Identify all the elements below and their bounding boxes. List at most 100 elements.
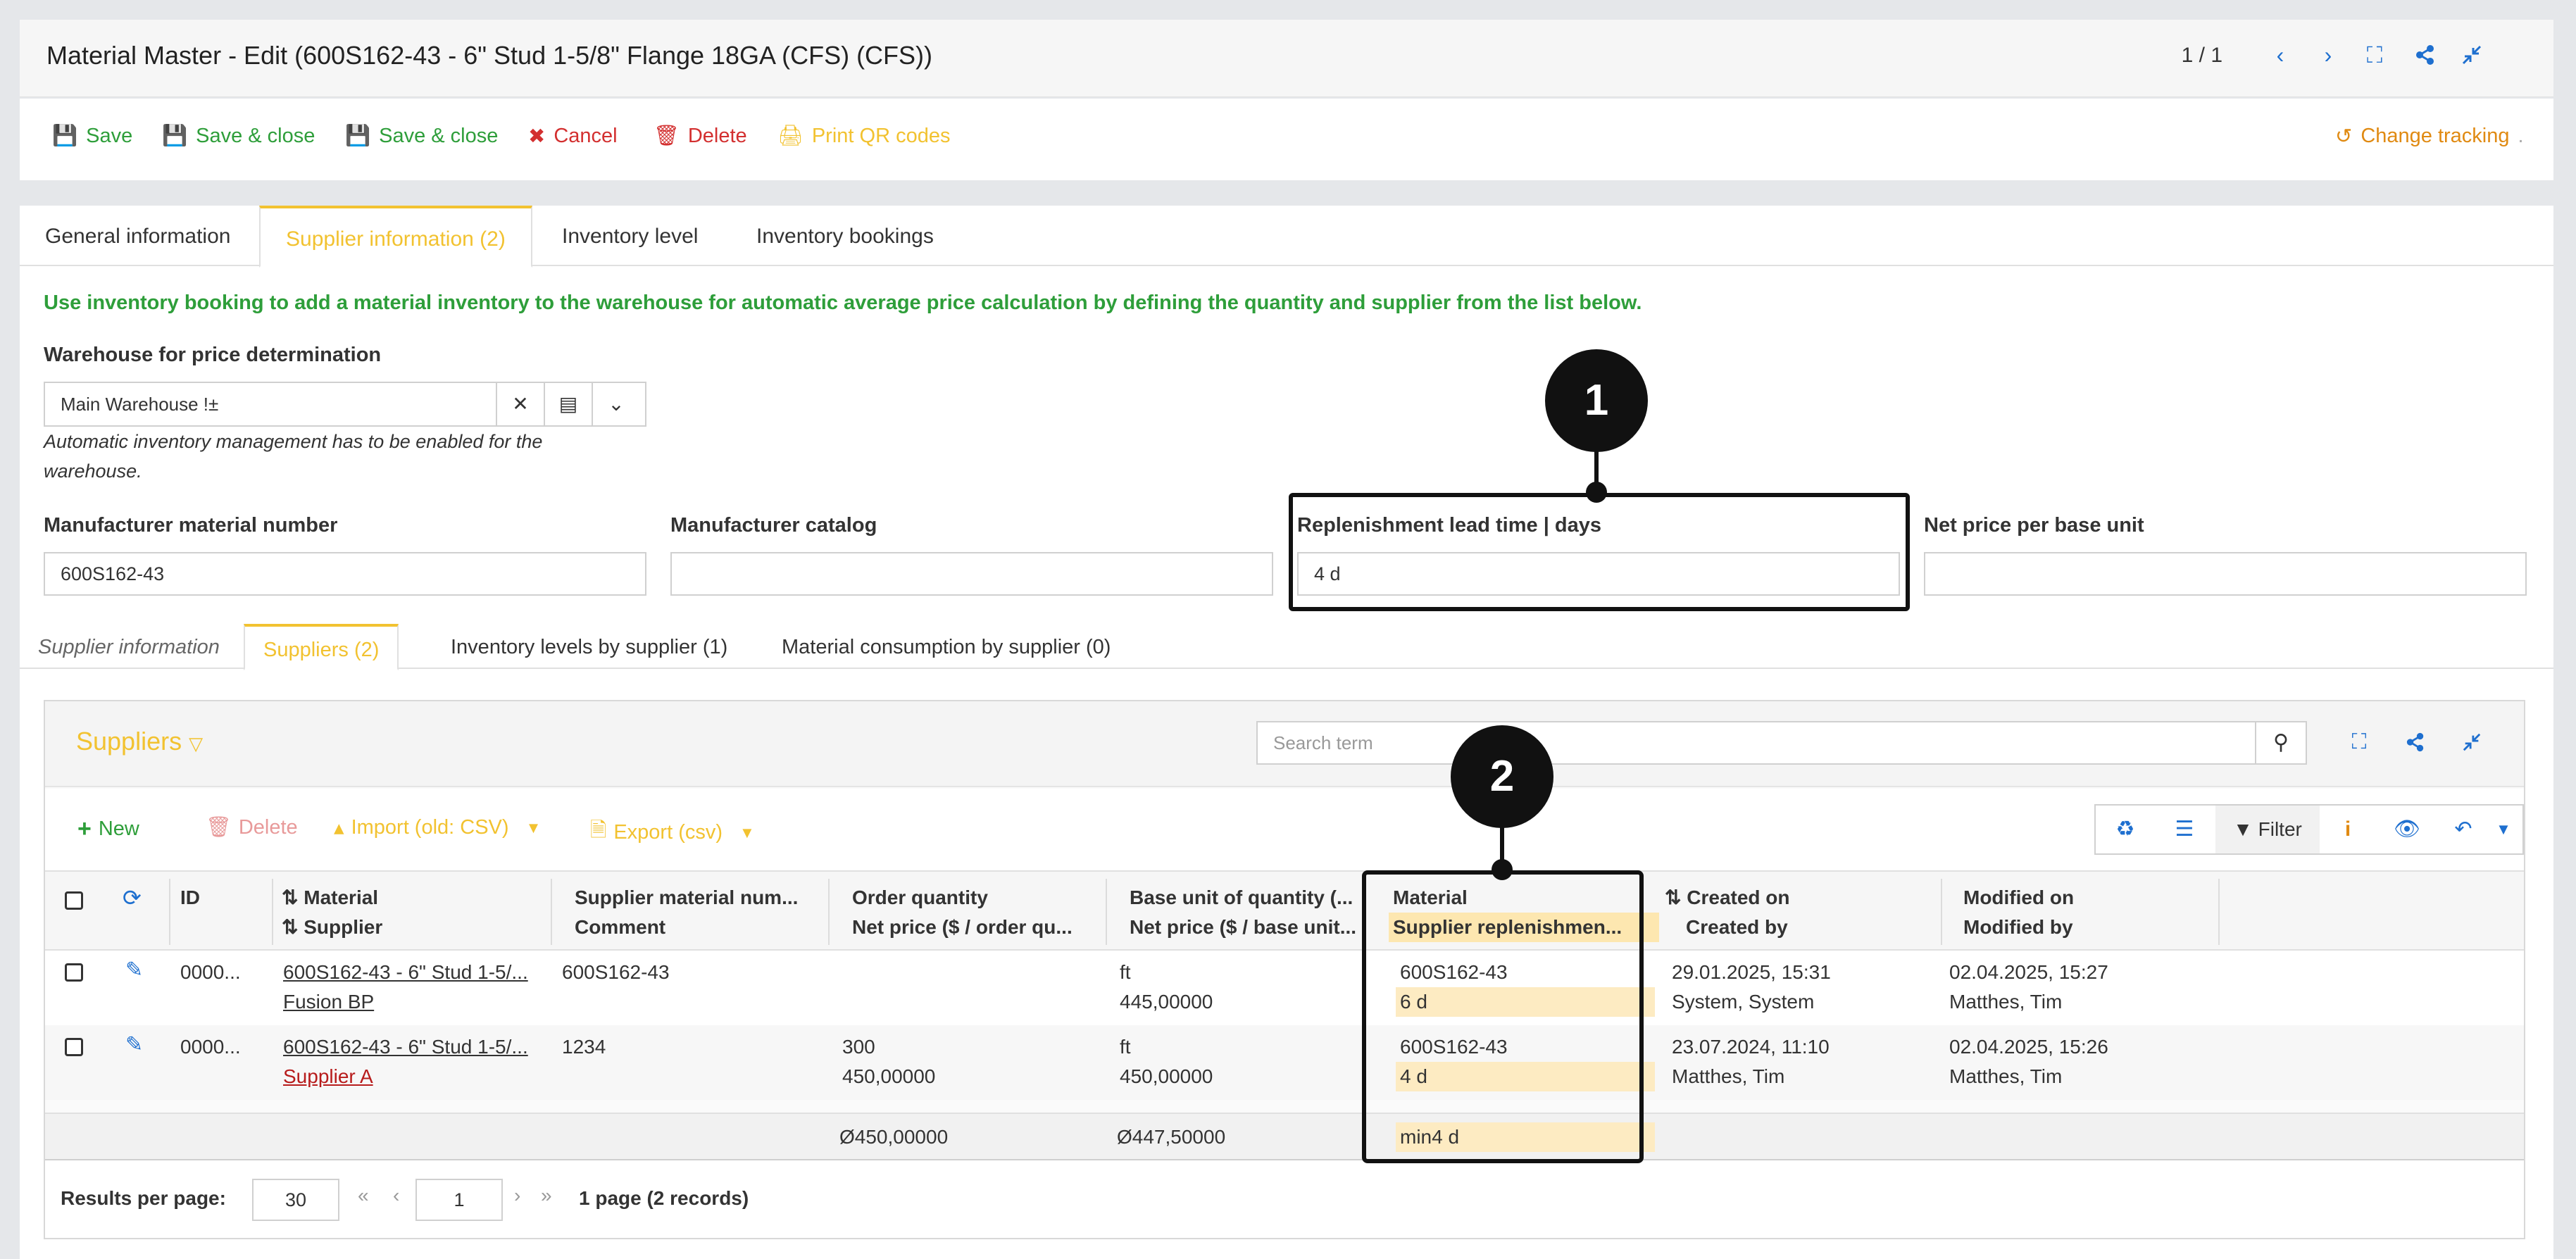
col-separator (1106, 879, 1107, 945)
col-order-quantity[interactable]: Order quantity Net price ($ / order qu..… (852, 883, 1113, 942)
last-page-icon[interactable]: » (541, 1184, 552, 1207)
col-modified-by-label: Modified by (1963, 916, 2073, 938)
col-created[interactable]: ⇅ Created on Created by (1665, 883, 1925, 942)
col-created-by-label: Created by (1686, 916, 1788, 938)
material-link[interactable]: 600S162-43 - 6" Stud 1-5/... (283, 958, 544, 987)
save-close-button-2[interactable]: 💾 Save & close (345, 124, 498, 148)
chevron-left-icon[interactable]: ‹ (2265, 39, 2296, 70)
tab-inventory-level[interactable]: Inventory level (537, 206, 723, 268)
next-page-icon[interactable]: › (514, 1184, 520, 1207)
col-separator (169, 879, 170, 945)
cell-base: ft 445,00000 (1120, 958, 1213, 1017)
delete-button[interactable]: 🗑 Delete (654, 124, 747, 148)
info-message: Use inventory booking to add a material … (44, 292, 1642, 314)
tab-inventory-bookings[interactable]: Inventory bookings (731, 206, 959, 268)
mfr-catalog-label: Manufacturer catalog (670, 514, 877, 537)
clear-icon[interactable]: ✕ (496, 383, 544, 425)
material-link[interactable]: 600S162-43 - 6" Stud 1-5/... (283, 1032, 544, 1062)
main-card: General information Supplier information… (20, 206, 2553, 1259)
tab-supplier-information[interactable]: Supplier information (2) (259, 206, 532, 268)
align-icon[interactable]: ☰ (2162, 806, 2207, 853)
table-header: ⟳ ID ⇅ Material ⇅ Supplier Supplier mate… (45, 870, 2524, 951)
import-label: Import (old: CSV) (351, 816, 509, 839)
order-price: 450,00000 (842, 1065, 936, 1087)
chevron-down-icon[interactable]: ⌄ (592, 383, 639, 425)
select-all-checkbox[interactable] (65, 891, 83, 910)
edit-icon[interactable]: ✎ (125, 1032, 143, 1057)
caret-down-icon[interactable]: ▼ (2486, 806, 2521, 853)
chevron-right-icon[interactable]: › (2313, 39, 2344, 70)
col-id[interactable]: ID (180, 883, 200, 913)
grid-title-label: Suppliers (76, 727, 182, 756)
import-button[interactable]: ▴ Import (old: CSV) ▼ (334, 815, 541, 840)
save-close-button[interactable]: 💾 Save & close (162, 124, 315, 148)
save-button[interactable]: 💾 Save (52, 124, 132, 148)
print-qr-button[interactable]: 🖨 Print QR codes (777, 124, 950, 148)
collapse-icon[interactable] (2456, 39, 2487, 70)
row-checkbox[interactable] (65, 963, 83, 982)
warehouse-select[interactable]: Main Warehouse !± ✕ ▤ ⌄ (44, 382, 646, 427)
search-icon[interactable]: ⚲ (2256, 721, 2307, 765)
recycle-icon[interactable]: ♻ (2103, 806, 2148, 853)
table-row[interactable]: ✎ 0000... 600S162-43 - 6" Stud 1-5/... F… (45, 951, 2524, 1025)
mfr-number-label: Manufacturer material number (44, 514, 338, 537)
prev-page-icon[interactable]: ‹ (393, 1184, 399, 1207)
modified-on: 02.04.2025, 15:27 (1949, 961, 2108, 983)
filter-button[interactable]: ▼ Filter (2215, 806, 2320, 853)
trash-icon: 🗑 (654, 125, 680, 147)
edit-icon[interactable]: ✎ (125, 958, 143, 982)
refresh-icon[interactable]: ⟳ (123, 884, 142, 911)
cancel-button[interactable]: ✖ Cancel (528, 124, 618, 149)
grid-delete-button[interactable]: 🗑 Delete (206, 815, 298, 839)
undo-icon[interactable]: ↶ (2441, 806, 2486, 853)
first-page-icon[interactable]: « (358, 1184, 369, 1207)
results-per-page-input[interactable]: 30 (252, 1179, 339, 1221)
subtab-supplier-information[interactable]: Supplier information (20, 624, 238, 670)
fullscreen-icon[interactable]: ⛶ (2341, 722, 2377, 762)
cell-id: 0000... (180, 1036, 241, 1058)
collapse-icon[interactable] (2453, 722, 2490, 762)
callout-dot-1 (1586, 482, 1607, 503)
col-modified[interactable]: Modified on Modified by (1963, 883, 2224, 942)
cell-order: 300 450,00000 (842, 1032, 935, 1091)
net-price-input[interactable] (1924, 552, 2527, 596)
share-icon[interactable] (2410, 39, 2441, 70)
eye-icon[interactable]: 👁 (2384, 806, 2430, 853)
order-qty: 300 (842, 1036, 875, 1058)
fullscreen-icon[interactable]: ⛶ (2359, 39, 2390, 70)
base-price: 450,00000 (1120, 1065, 1213, 1087)
base-price: 445,00000 (1120, 991, 1213, 1013)
printer-icon: 🖨 (777, 125, 804, 147)
subtab-material-consumption[interactable]: Material consumption by supplier (0) (763, 624, 1129, 670)
change-tracking-button[interactable]: ↺ Change tracking . (2335, 124, 2524, 149)
subtab-inventory-levels[interactable]: Inventory levels by supplier (1) (432, 624, 746, 670)
info-icon[interactable]: i (2327, 806, 2369, 853)
cell-modified: 02.04.2025, 15:27 Matthes, Tim (1949, 958, 2108, 1017)
col-order-price-label: Net price ($ / order qu... (852, 916, 1073, 938)
floppy-icon: 💾 (52, 125, 78, 147)
col-material[interactable]: ⇅ Material ⇅ Supplier (282, 883, 563, 942)
subtab-suppliers[interactable]: Suppliers (2) (244, 624, 399, 670)
net-price-label: Net price per base unit (1924, 514, 2144, 537)
search-input[interactable]: Search term (1256, 721, 2256, 765)
grid-title[interactable]: Suppliers ▽ (76, 727, 203, 756)
share-icon[interactable] (2397, 722, 2434, 762)
new-button[interactable]: + New (77, 815, 139, 843)
warehouse-label: Warehouse for price determination (44, 344, 382, 366)
table-row[interactable]: ✎ 0000... 600S162-43 - 6" Stud 1-5/... S… (45, 1025, 2524, 1100)
col-base-unit[interactable]: Base unit of quantity (... Net price ($ … (1130, 883, 1390, 942)
row-checkbox[interactable] (65, 1038, 83, 1056)
page-input[interactable]: 1 (415, 1179, 503, 1221)
warehouse-value: Main Warehouse !± (61, 394, 219, 415)
save-close-label-2: Save & close (379, 124, 499, 147)
col-base-label: Base unit of quantity (... (1130, 887, 1353, 908)
col-supplier-material[interactable]: Supplier material num... Comment (575, 883, 835, 942)
mfr-catalog-input[interactable] (670, 552, 1273, 596)
list-icon[interactable]: ▤ (544, 383, 592, 425)
supplier-link[interactable]: Supplier A (283, 1062, 544, 1091)
tab-general-information[interactable]: General information (20, 206, 256, 268)
col-separator (272, 879, 273, 945)
export-button[interactable]: 🗎 Export (csv) ▼ (590, 815, 755, 850)
supplier-link[interactable]: Fusion BP (283, 987, 544, 1017)
mfr-number-input[interactable]: 600S162-43 (44, 552, 646, 596)
